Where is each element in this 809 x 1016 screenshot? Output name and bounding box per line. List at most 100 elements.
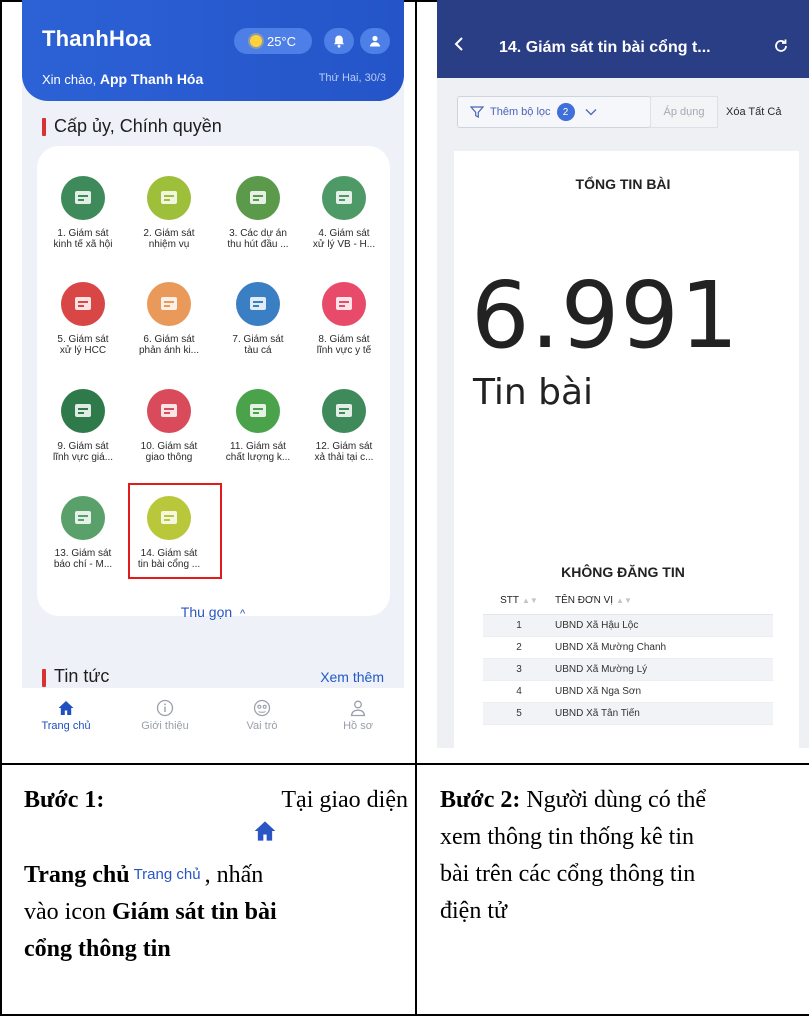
investment-hand-icon (236, 176, 280, 220)
function-tile[interactable]: 6. Giám sát phản ánh ki... (126, 282, 212, 356)
admin-procedures-icon (61, 282, 105, 326)
table-border-row (0, 763, 809, 765)
table-row[interactable]: 3 UBND Xã Mường Lý (483, 658, 773, 681)
mail-feedback-icon (147, 282, 191, 326)
info-icon (156, 699, 174, 717)
step2-caption: Bước 2: Người dùng có thể xem thông tin … (440, 787, 707, 924)
filter-bar: Thêm bộ lọc 2 Áp dụng Xóa Tất Cả (457, 96, 787, 128)
function-tile[interactable]: 3. Các dự án thu hút đầu ... (215, 176, 301, 250)
bottom-nav: Trang chủ Giới thiệu Vai trò Hồ sơ (22, 688, 404, 748)
cell-unit-name: UBND Xã Nga Sơn (555, 680, 773, 703)
sun-icon (249, 35, 262, 47)
factory-icon (322, 389, 366, 433)
cell-stt: 4 (483, 680, 555, 703)
sort-icon: ▲▼ (616, 596, 632, 606)
column-header-stt[interactable]: STT ▲▼ (483, 588, 555, 615)
total-unit: Tin bài (473, 372, 594, 413)
function-tile[interactable]: 11. Giám sát chất lượng k... (215, 389, 301, 463)
fishing-ship-icon (236, 282, 280, 326)
app-header: ThanhHoa 25°C Xin chào, App Thanh Hóa Th… (22, 0, 404, 101)
filter-icon (470, 106, 484, 118)
cell-stt: 1 (483, 614, 555, 637)
report-header: 14. Giám sát tin bài cổng t... (437, 0, 809, 78)
tile-label: 2. Giám sát nhiệm vụ (143, 228, 195, 250)
function-tile[interactable]: 13. Giám sát báo chí - M... (40, 496, 126, 570)
table-title: KHÔNG ĐĂNG TIN (561, 564, 685, 580)
table-row[interactable]: 5 UBND Xã Tân Tiến (483, 702, 773, 725)
highlight-box (128, 483, 222, 579)
function-tile[interactable]: 12. Giám sát xả thải tại c... (301, 389, 387, 463)
traffic-camera-icon (147, 389, 191, 433)
notification-button[interactable] (324, 28, 354, 54)
refresh-button[interactable] (773, 38, 789, 59)
current-date: Thứ Hai, 30/3 (318, 72, 386, 84)
heartbeat-icon (322, 282, 366, 326)
section-title: Cấp ủy, Chính quyền (54, 116, 222, 136)
greeting: Xin chào, App Thanh Hóa (42, 71, 204, 87)
table-row[interactable]: 1 UBND Xã Hậu Lộc (483, 614, 773, 637)
add-filter-button[interactable]: Thêm bộ lọc 2 (457, 96, 651, 128)
back-arrow-icon (454, 37, 463, 51)
see-more-link[interactable]: Xem thêm (320, 669, 384, 685)
weather-badge[interactable]: 25°C (234, 28, 312, 54)
profile-icon (350, 700, 366, 717)
total-value: 6.991 (471, 262, 740, 369)
temperature: 25°C (266, 33, 297, 49)
table-row[interactable]: 4 UBND Xã Nga Sơn (483, 680, 773, 703)
apply-button[interactable]: Áp dụng (650, 96, 718, 128)
collapse-button[interactable]: Thu gọn ^ (22, 604, 404, 620)
tile-label: 12. Giám sát xả thải tại c... (314, 441, 374, 463)
tile-label: 10. Giám sát giao thông (140, 441, 198, 463)
clear-all-button[interactable]: Xóa Tất Cả (726, 106, 781, 118)
table-row[interactable]: 2 UBND Xã Mường Chanh (483, 636, 773, 659)
bell-icon (334, 35, 344, 48)
cell-unit-name: UBND Xã Mường Lý (555, 658, 773, 681)
tile-label: 11. Giám sát chất lượng k... (225, 441, 291, 463)
nav-role[interactable]: Vai trò (222, 698, 302, 732)
function-tile[interactable]: 8. Giám sát lĩnh vực y tế (301, 282, 387, 356)
role-icon (253, 699, 271, 717)
refresh-icon (775, 39, 787, 52)
cell-unit-name: UBND Xã Tân Tiến (555, 702, 773, 725)
nav-profile[interactable]: Hồ sơ (318, 698, 398, 732)
function-tile[interactable]: 4. Giám sát xử lý VB - H... (301, 176, 387, 250)
section-accent (42, 118, 46, 136)
table-border-left (0, 0, 2, 1016)
function-tile[interactable]: 2. Giám sát nhiệm vụ (126, 176, 212, 250)
function-tile[interactable]: 9. Giám sát lĩnh vực giá... (40, 389, 126, 463)
function-tile[interactable]: 10. Giám sát giao thông (126, 389, 212, 463)
tile-label: 8. Giám sát lĩnh vực y tế (316, 334, 372, 356)
tile-label: 9. Giám sát lĩnh vực giá... (52, 441, 114, 463)
tile-label: 6. Giám sát phản ánh ki... (138, 334, 200, 356)
column-header-unit[interactable]: TÊN ĐƠN VỊ ▲▼ (555, 588, 773, 615)
sort-icon: ▲▼ (522, 596, 538, 606)
table-border-middle (415, 0, 417, 1016)
step2-label: Bước 2: (440, 787, 521, 813)
back-button[interactable] (453, 36, 465, 57)
total-title: TỔNG TIN BÀI (575, 176, 671, 192)
report-title: 14. Giám sát tin bài cổng t... (499, 39, 711, 56)
tile-label: 4. Giám sát xử lý VB - H... (312, 228, 376, 250)
function-tile[interactable]: 1. Giám sát kinh tế xã hội (40, 176, 126, 250)
growth-chart-icon (61, 176, 105, 220)
filter-count-badge: 2 (556, 103, 575, 121)
cell-unit-name: UBND Xã Hậu Lộc (555, 614, 773, 637)
news-accent (42, 669, 46, 687)
cell-stt: 3 (483, 658, 555, 681)
function-tile[interactable]: 7. Giám sát tàu cá (215, 282, 301, 356)
home-icon (58, 701, 74, 715)
tile-label: 13. Giám sát báo chí - M... (53, 548, 113, 570)
news-title: Tin tức (54, 666, 110, 686)
cell-stt: 2 (483, 636, 555, 659)
nav-about[interactable]: Giới thiệu (125, 698, 205, 732)
nav-home[interactable]: Trang chủ (26, 698, 106, 732)
units-table: STT ▲▼ TÊN ĐƠN VỊ ▲▼ 1 UBND Xã Hậu Lộc 2 UBND… (483, 588, 773, 725)
cell-stt: 5 (483, 702, 555, 725)
tile-label: 7. Giám sát tàu cá (232, 334, 284, 356)
table-body: 1 UBND Xã Hậu Lộc 2 UBND Xã Mường Chanh 3 UBN… (483, 614, 773, 725)
function-tile[interactable]: 5. Giám sát xử lý HCC (40, 282, 126, 356)
inline-home-label: Trang chủ (133, 866, 201, 883)
user-button[interactable] (360, 28, 390, 54)
newspaper-icon (61, 496, 105, 540)
cell-unit-name: UBND Xã Mường Chanh (555, 636, 773, 659)
